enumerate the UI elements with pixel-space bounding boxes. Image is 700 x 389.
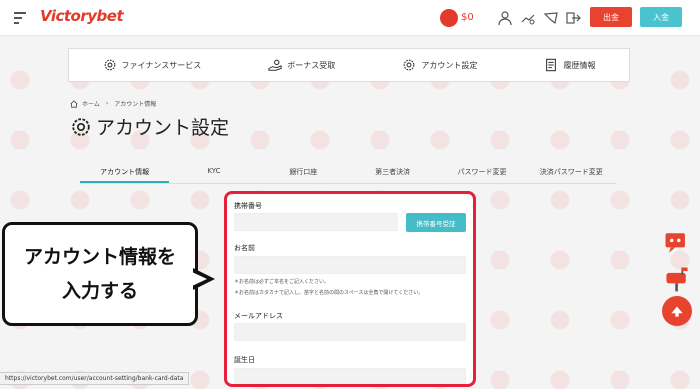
message-icon[interactable] bbox=[543, 10, 559, 26]
deposit-button[interactable]: 入金 bbox=[640, 7, 682, 27]
logout-icon[interactable] bbox=[565, 10, 581, 26]
mailbox-icon[interactable] bbox=[660, 262, 694, 296]
email-input[interactable] bbox=[234, 323, 466, 341]
menu-item-label: ボーナス受取 bbox=[287, 60, 336, 70]
email-label: メールアドレス bbox=[234, 312, 283, 320]
page-title-text: アカウント設定 bbox=[96, 117, 230, 139]
wallet-icon[interactable] bbox=[440, 9, 458, 27]
balance-amount: $0 bbox=[461, 12, 474, 23]
tab-kyc[interactable]: KYC bbox=[169, 160, 258, 183]
callout-tail-fill bbox=[192, 272, 207, 286]
phone-input[interactable] bbox=[234, 213, 398, 231]
name-input[interactable] bbox=[234, 256, 466, 274]
tab-payment-password-change[interactable]: 決済パスワード変更 bbox=[527, 160, 616, 183]
phone-label: 携帯番号 bbox=[234, 202, 262, 210]
account-info-form: 携帯番号 携帯番号受証 お名前 ＊お名前は必ずご本名をご記入ください。 ＊お名前… bbox=[226, 193, 474, 387]
top-header: Victorybet $0 出金 入金 bbox=[0, 0, 700, 36]
account-menu-bar: ファイナンスサービス ボーナス受取 アカウント設定 履歴情報 bbox=[68, 48, 630, 82]
page-title: アカウント設定 bbox=[70, 113, 229, 140]
arrow-up-icon bbox=[671, 306, 683, 317]
gear-icon bbox=[72, 117, 90, 136]
settings-tabs: アカウント情報 KYC 銀行口座 第三者決済 パスワード変更 決済パスワード変更 bbox=[80, 160, 616, 184]
instruction-callout: アカウント情報を 入力する bbox=[2, 222, 198, 326]
document-icon bbox=[546, 58, 557, 72]
gear-icon bbox=[403, 59, 415, 71]
site-logo[interactable]: Victorybet bbox=[40, 7, 124, 29]
tab-third-party-payment[interactable]: 第三者決済 bbox=[348, 160, 437, 183]
menu-item-finance[interactable]: ファイナンスサービス bbox=[103, 58, 202, 72]
name-note-1: ＊お名前は必ずご本名をご記入ください。 bbox=[234, 279, 330, 285]
bonus-icon[interactable] bbox=[520, 10, 536, 26]
browser-status-url: https://victorybet.com/user/account-sett… bbox=[0, 372, 190, 385]
menu-item-bonus[interactable]: ボーナス受取 bbox=[268, 58, 335, 72]
chevron-right-icon: › bbox=[105, 100, 109, 107]
withdraw-button[interactable]: 出金 bbox=[590, 7, 632, 27]
breadcrumb: ホーム › アカウント情報 bbox=[70, 99, 156, 108]
breadcrumb-current: アカウント情報 bbox=[114, 101, 157, 108]
user-icon[interactable] bbox=[497, 10, 513, 26]
home-icon bbox=[70, 99, 78, 108]
gear-icon bbox=[104, 59, 115, 71]
tab-account-info[interactable]: アカウント情報 bbox=[80, 160, 170, 183]
menu-item-label: アカウント設定 bbox=[421, 60, 478, 70]
breadcrumb-home[interactable]: ホーム bbox=[82, 99, 100, 108]
birthday-input[interactable] bbox=[234, 368, 466, 386]
hamburger-menu-icon[interactable] bbox=[14, 12, 26, 27]
menu-item-label: 履歴情報 bbox=[563, 60, 596, 70]
phone-verify-button[interactable]: 携帯番号受証 bbox=[406, 213, 466, 232]
scroll-to-top-button[interactable] bbox=[662, 296, 692, 326]
name-label: お名前 bbox=[234, 244, 255, 252]
menu-item-label: ファイナンスサービス bbox=[121, 60, 202, 70]
birthday-label: 誕生日 bbox=[234, 356, 255, 364]
callout-line-2: 入力する bbox=[61, 280, 138, 302]
menu-item-history[interactable]: 履歴情報 bbox=[544, 58, 595, 72]
callout-line-1: アカウント情報を bbox=[23, 246, 176, 268]
menu-item-account-settings[interactable]: アカウント設定 bbox=[402, 58, 477, 72]
tab-password-change[interactable]: パスワード変更 bbox=[437, 160, 526, 183]
hand-coin-icon bbox=[268, 59, 282, 71]
name-note-2: ＊お名前はカタカナで記入し、苗字と名前の間のスペースは全角で開けてください。 bbox=[234, 290, 424, 296]
live-chat-icon[interactable] bbox=[660, 226, 694, 260]
tab-bank-account[interactable]: 銀行口座 bbox=[259, 160, 348, 183]
